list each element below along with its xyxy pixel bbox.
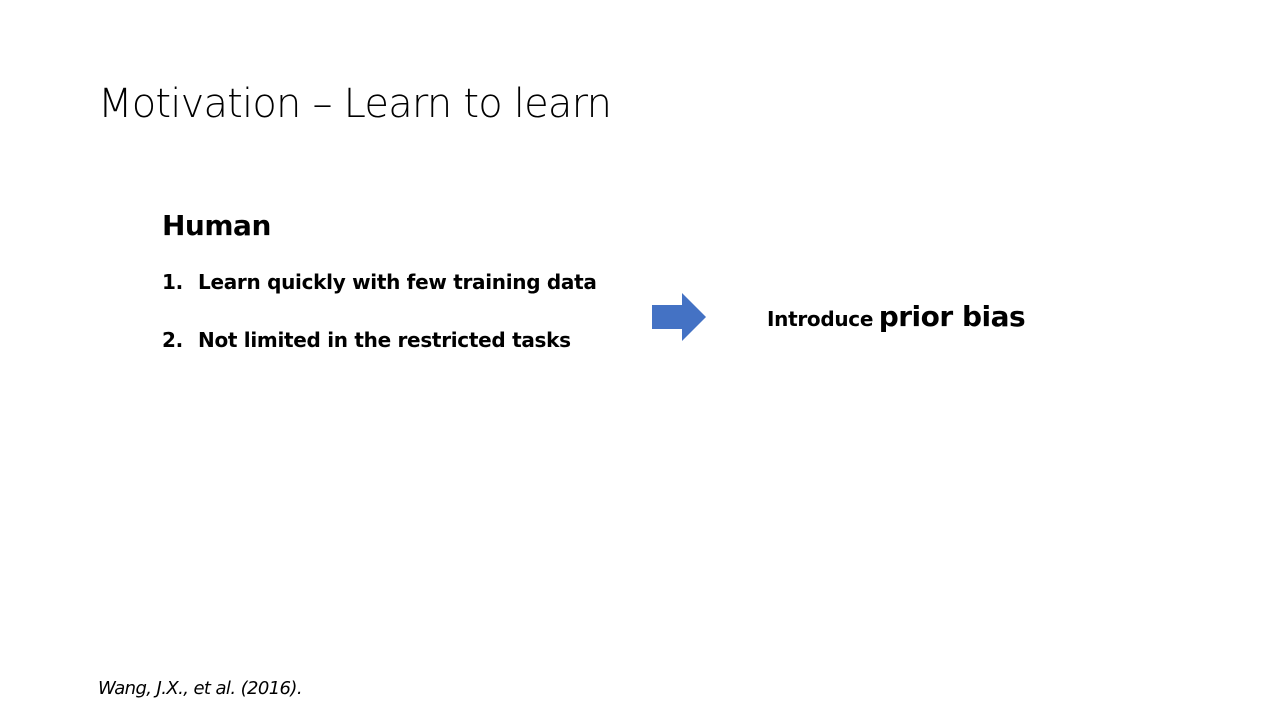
slide-title: Motivation – Learn to learn: [98, 81, 612, 127]
list-item-number: 1.: [162, 270, 183, 294]
conclusion: Introduce prior bias: [767, 300, 1026, 334]
right-arrow-icon: [652, 293, 706, 341]
slide: Motivation – Learn to learn Human 1. Lear…: [0, 0, 1280, 720]
list-item-text: Learn quickly with few training data: [198, 270, 597, 294]
section-heading: Human: [162, 209, 271, 242]
conclusion-emphasis: prior bias: [878, 300, 1026, 333]
list-item-number: 2.: [162, 328, 183, 352]
list-item: 2. Not limited in the restricted tasks: [162, 328, 571, 352]
list-item-text: Not limited in the restricted tasks: [198, 328, 571, 352]
list-item: 1. Learn quickly with few training data: [162, 270, 597, 294]
conclusion-prefix: Introduce: [767, 307, 874, 331]
citation: Wang, J.X., et al. (2016).: [98, 678, 303, 699]
